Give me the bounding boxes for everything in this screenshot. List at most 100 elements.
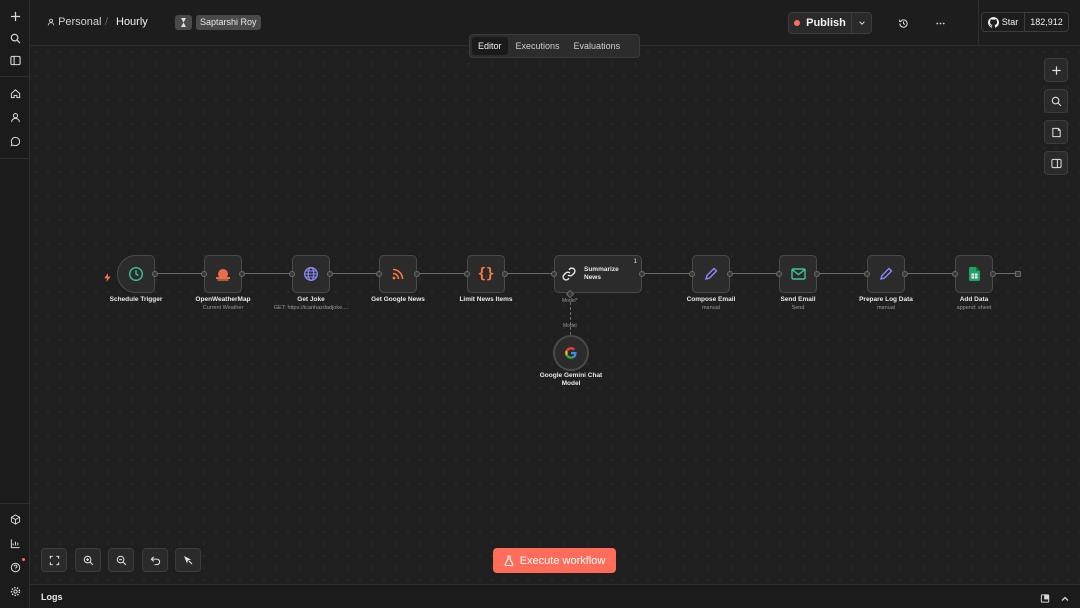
node-summarize-news[interactable]: Summarize News 1	[554, 255, 642, 293]
execute-workflow-label: Execute workflow	[519, 554, 606, 567]
node-get-google-news[interactable]	[379, 255, 417, 293]
tidy-up-button[interactable]	[175, 548, 201, 572]
panel-toggle-icon[interactable]	[5, 50, 25, 70]
model-connection[interactable]	[570, 302, 571, 335]
clock-icon	[128, 266, 144, 282]
input-port[interactable]	[952, 271, 958, 277]
output-port[interactable]	[639, 271, 645, 277]
execute-workflow-button[interactable]: Execute workflow	[493, 548, 616, 573]
chevron-up-icon[interactable]	[1060, 591, 1070, 608]
output-port[interactable]	[727, 271, 733, 277]
input-port[interactable]	[776, 271, 782, 277]
user-icon[interactable]	[5, 107, 25, 127]
node-google-gemini-chat-model[interactable]	[553, 335, 589, 371]
output-port[interactable]	[502, 271, 508, 277]
sticky-note-button[interactable]	[1044, 120, 1068, 144]
search-icon	[1051, 96, 1061, 106]
node-subtitle: GET: https://icanhazdadjoke....	[273, 305, 349, 311]
output-port[interactable]	[902, 271, 908, 277]
node-prepare-log-data[interactable]	[867, 255, 905, 293]
output-port[interactable]	[814, 271, 820, 277]
input-port[interactable]	[376, 271, 382, 277]
history-icon[interactable]	[894, 14, 912, 32]
search-icon[interactable]	[5, 28, 25, 48]
tag-hourglass-icon[interactable]	[175, 15, 192, 30]
insights-chart-icon[interactable]	[5, 533, 25, 553]
add-icon[interactable]	[5, 6, 25, 26]
owner-tag[interactable]: Saptarshi Roy	[196, 15, 261, 30]
connection[interactable]	[908, 273, 954, 274]
github-icon	[987, 16, 999, 28]
fit-view-button[interactable]	[41, 548, 67, 572]
pencil-icon	[879, 267, 893, 281]
workflow-name[interactable]: Hourly	[116, 16, 148, 28]
output-port[interactable]	[990, 271, 996, 277]
zoom-out-button[interactable]	[108, 548, 134, 572]
input-port[interactable]	[464, 271, 470, 277]
add-node-button[interactable]	[1044, 58, 1068, 82]
connection-end	[996, 273, 1016, 274]
input-port[interactable]	[864, 271, 870, 277]
cube-icon[interactable]	[5, 509, 25, 529]
github-star-button[interactable]: Star 182,912	[981, 12, 1069, 32]
breadcrumb-separator: /	[105, 16, 109, 28]
google-sheets-icon	[968, 267, 980, 281]
connection[interactable]	[508, 273, 554, 274]
input-port[interactable]	[289, 271, 295, 277]
pencil-icon	[704, 267, 718, 281]
breadcrumb-workspace[interactable]: Personal	[47, 16, 101, 28]
popout-icon[interactable]	[1040, 591, 1051, 608]
node-send-email[interactable]	[779, 255, 817, 293]
braces-icon: {}	[477, 266, 495, 282]
help-icon[interactable]	[5, 557, 25, 577]
add-next-node-handle[interactable]	[1015, 271, 1021, 277]
required-marker: *	[575, 298, 578, 304]
node-openweathermap[interactable]	[204, 255, 242, 293]
input-port[interactable]	[551, 271, 557, 277]
node-get-joke[interactable]	[292, 255, 330, 293]
node-badge: 1	[633, 259, 637, 265]
zoom-in-button[interactable]	[75, 548, 101, 572]
settings-gear-icon[interactable]	[5, 581, 25, 601]
connection[interactable]	[733, 273, 779, 274]
output-port[interactable]	[152, 271, 158, 277]
toggle-panel-button[interactable]	[1044, 151, 1068, 175]
publish-label: Publish	[806, 17, 846, 29]
node-compose-email[interactable]	[692, 255, 730, 293]
user-icon	[47, 18, 55, 26]
input-port[interactable]	[689, 271, 695, 277]
output-port[interactable]	[327, 271, 333, 277]
node-label: Limit News Items	[459, 296, 513, 303]
tab-evaluations[interactable]: Evaluations	[568, 37, 627, 55]
input-port[interactable]	[201, 271, 207, 277]
undo-icon	[150, 555, 160, 565]
magic-wand-icon	[184, 556, 193, 565]
chat-icon[interactable]	[5, 131, 25, 151]
model-connector-label: Model	[563, 323, 577, 329]
output-port[interactable]	[414, 271, 420, 277]
node-add-data[interactable]	[955, 255, 993, 293]
home-icon[interactable]	[5, 83, 25, 103]
tab-editor[interactable]: Editor	[472, 37, 508, 55]
fullscreen-icon	[49, 555, 59, 565]
tab-executions[interactable]: Executions	[510, 37, 566, 55]
undo-button[interactable]	[142, 548, 168, 572]
connection[interactable]	[420, 273, 466, 274]
flask-icon	[504, 555, 514, 566]
connection[interactable]	[333, 273, 379, 274]
node-limit-news-items[interactable]: {}	[467, 255, 505, 293]
connection[interactable]	[245, 273, 291, 274]
node-subtitle: append: sheet	[956, 305, 992, 311]
publish-button[interactable]: Publish	[789, 13, 852, 33]
output-port[interactable]	[239, 271, 245, 277]
mail-icon	[790, 268, 806, 280]
workflow-canvas[interactable]	[30, 46, 1080, 584]
logs-panel-bar[interactable]: Logs	[30, 584, 1080, 608]
more-options-icon[interactable]	[931, 14, 949, 32]
connection[interactable]	[158, 273, 204, 274]
search-nodes-button[interactable]	[1044, 89, 1068, 113]
publish-options-button[interactable]	[852, 13, 871, 33]
connection[interactable]	[820, 273, 866, 274]
connection[interactable]	[645, 273, 691, 274]
node-schedule-trigger[interactable]	[117, 255, 155, 293]
